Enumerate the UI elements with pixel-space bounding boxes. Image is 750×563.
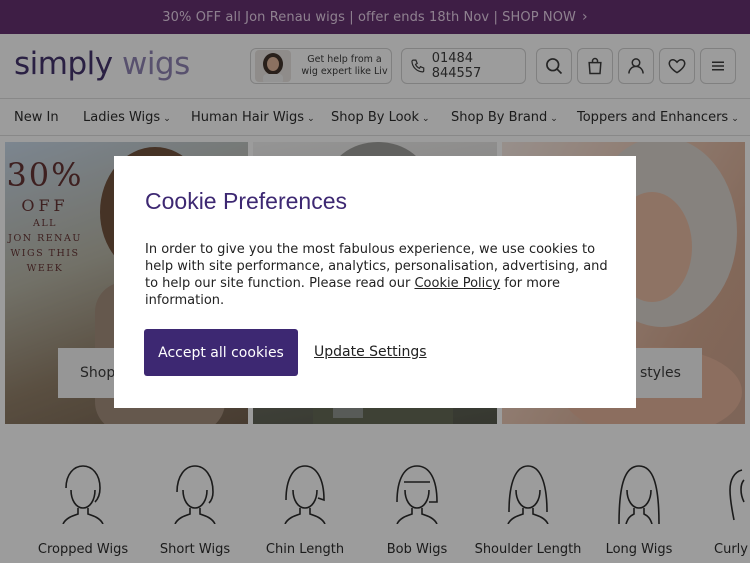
- modal-title: Cookie Preferences: [145, 188, 347, 214]
- cookie-preferences-modal: Cookie Preferences In order to give you …: [114, 156, 636, 408]
- cookie-policy-link[interactable]: Cookie Policy: [414, 276, 500, 291]
- modal-body: In order to give you the most fabulous e…: [145, 241, 610, 309]
- accept-all-cookies-button[interactable]: Accept all cookies: [144, 329, 298, 376]
- update-settings-link[interactable]: Update Settings: [314, 344, 427, 360]
